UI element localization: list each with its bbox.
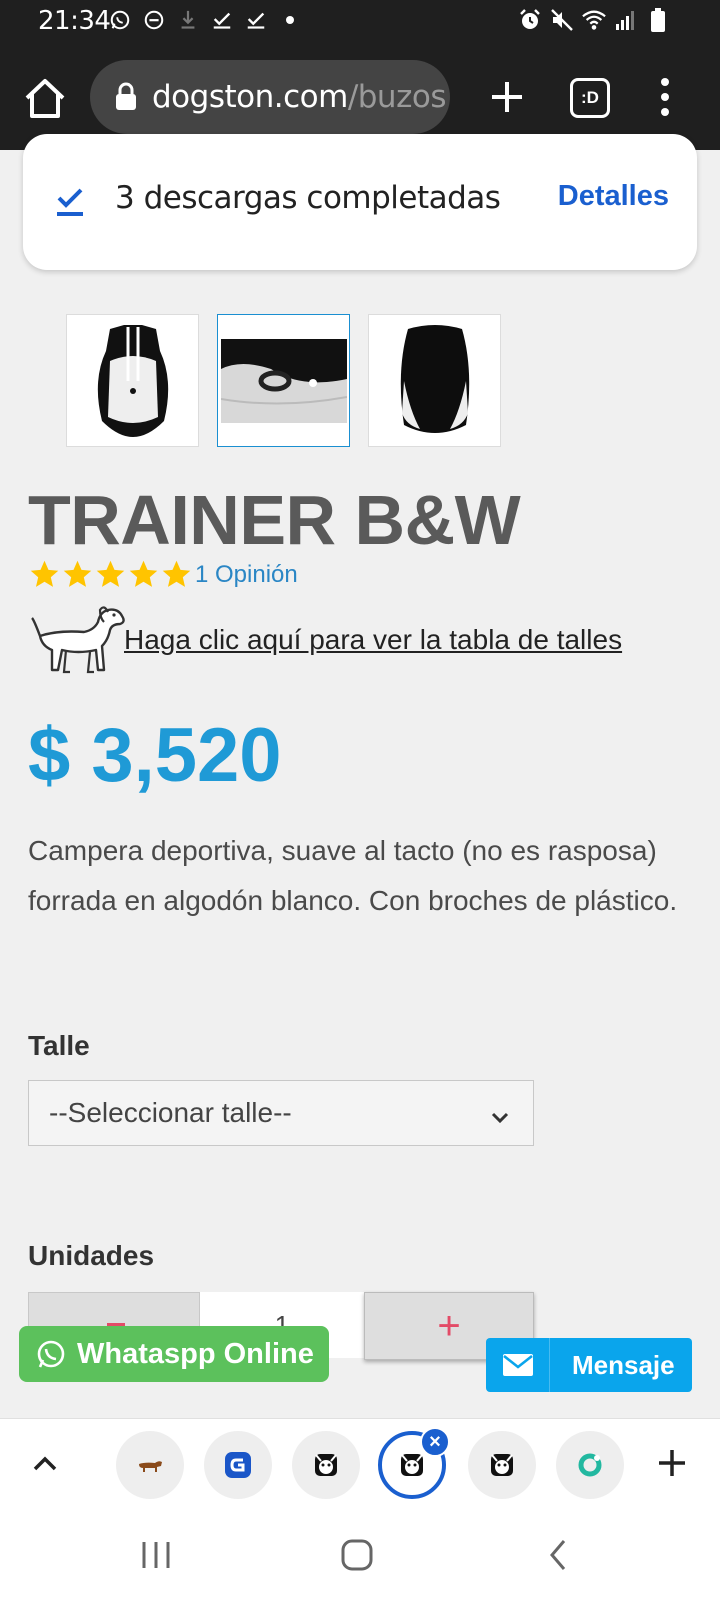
url-bar[interactable]: dogston.com/buzos — [90, 60, 450, 134]
envelope-icon — [486, 1338, 550, 1392]
dog-icon — [28, 600, 128, 680]
alarm-icon — [518, 8, 542, 32]
download-toast: 3 descargas completadas Detalles — [23, 134, 697, 270]
status-bar: 21:34 — [0, 0, 720, 48]
check-icon — [244, 8, 268, 32]
tab-dogston-1[interactable] — [292, 1431, 360, 1499]
size-select-value: --Seleccionar talle-- — [49, 1097, 292, 1128]
ring-logo-icon — [578, 1453, 602, 1477]
close-tab-icon[interactable]: × — [420, 1427, 450, 1457]
thumbnail-back[interactable] — [368, 314, 501, 447]
tab-strip: × — [0, 1418, 720, 1510]
product-price: $ 3,520 — [28, 713, 282, 798]
message-button[interactable]: Mensaje — [486, 1338, 692, 1392]
download-icon — [176, 8, 200, 32]
add-tab-icon[interactable] — [654, 1445, 690, 1481]
chevron-up-icon[interactable] — [28, 1447, 62, 1481]
whatsapp-button[interactable]: Whataspp Online — [19, 1326, 329, 1382]
tab-ring-app[interactable] — [556, 1431, 624, 1499]
rating-stars — [28, 558, 193, 591]
message-label: Mensaje — [572, 1349, 675, 1380]
download-complete-icon — [53, 184, 89, 220]
chevron-down-icon — [489, 1103, 511, 1125]
thumbnail-front[interactable] — [66, 314, 199, 447]
whatsapp-label: Whataspp Online — [77, 1337, 314, 1370]
whatsapp-icon — [108, 8, 132, 32]
size-label: Talle — [28, 1030, 90, 1061]
thumbnail-detail[interactable] — [217, 314, 350, 447]
star-icon — [30, 560, 59, 587]
size-guide: Haga clic aquí para ver la tabla de tall… — [28, 600, 622, 680]
more-menu-icon[interactable] — [650, 72, 680, 122]
wifi-icon — [582, 8, 606, 32]
dot-icon — [278, 8, 302, 32]
toast-message: 3 descargas completadas — [115, 180, 501, 216]
dachshund-icon — [139, 1461, 162, 1472]
tab-dogston-active[interactable]: × — [378, 1427, 450, 1499]
whatsapp-icon — [35, 1338, 67, 1370]
reviews-link[interactable]: 1 Opinión — [195, 561, 298, 589]
home-icon[interactable] — [22, 76, 68, 122]
signal-icon — [614, 8, 638, 32]
star-icon — [162, 560, 191, 587]
size-guide-link[interactable]: Haga clic aquí para ver la tabla de tall… — [124, 624, 622, 656]
url-path: /buzos — [347, 79, 447, 115]
dog-face-icon — [491, 1454, 513, 1476]
check-icon — [210, 8, 234, 32]
status-time: 21:34 — [38, 6, 111, 36]
g-logo-icon — [225, 1452, 251, 1478]
mute-icon — [550, 8, 574, 32]
new-tab-icon[interactable] — [484, 74, 530, 120]
tab-g-app[interactable] — [204, 1431, 272, 1499]
product-description: Campera deportiva, suave al tacto (no es… — [28, 835, 678, 916]
dnd-icon — [142, 8, 166, 32]
recent-apps-icon[interactable] — [140, 1540, 172, 1570]
lock-icon — [114, 82, 138, 112]
units-label: Unidades — [28, 1240, 155, 1271]
back-icon[interactable] — [548, 1538, 568, 1572]
url-domain: dogston.com — [152, 79, 348, 115]
tab-dogston-3[interactable] — [468, 1431, 536, 1499]
toast-details-button[interactable]: Detalles — [558, 180, 669, 213]
size-select[interactable]: --Seleccionar talle-- — [28, 1080, 534, 1146]
product-title: TRAINER B&W — [28, 481, 521, 559]
battery-icon — [646, 8, 670, 32]
dog-face-icon — [401, 1454, 423, 1476]
notification-icons — [108, 8, 302, 32]
star-icon — [63, 560, 92, 587]
product-rating: 1 Opinión — [28, 558, 298, 591]
star-icon — [96, 560, 125, 587]
dog-face-icon — [315, 1454, 337, 1476]
star-icon — [129, 560, 158, 587]
home-nav-icon[interactable] — [340, 1538, 374, 1572]
tab-switcher-button[interactable]: :D — [570, 78, 610, 118]
product-thumbnails — [66, 314, 501, 447]
system-icons — [518, 8, 670, 32]
url-text: dogston.com/buzos — [152, 79, 446, 115]
system-nav-bar — [0, 1510, 720, 1600]
tab-dog-icon-site[interactable] — [116, 1431, 184, 1499]
